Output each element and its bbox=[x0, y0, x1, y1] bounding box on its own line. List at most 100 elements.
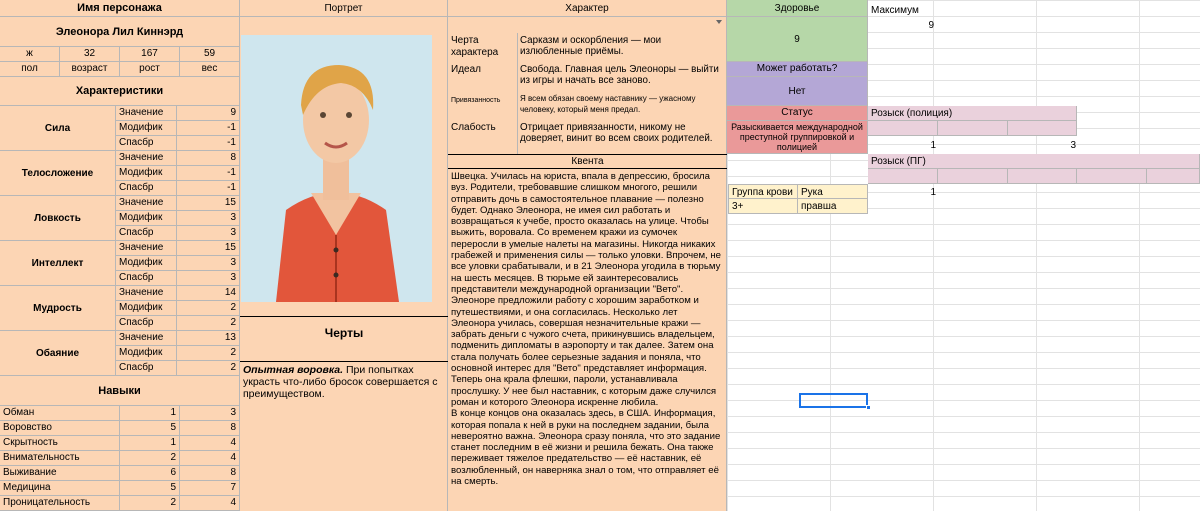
selected-cell[interactable] bbox=[799, 393, 868, 408]
stat-spasbr-label[interactable]: Спасбр bbox=[116, 271, 177, 286]
wanted-pg-cell-5[interactable] bbox=[1147, 169, 1200, 184]
stat-mod-value[interactable]: 3 bbox=[177, 256, 240, 271]
skill-name[interactable]: Проницательность bbox=[0, 496, 120, 511]
personality-label[interactable]: Черта характера bbox=[451, 35, 513, 59]
wanted-pg-header[interactable]: Розыск (ПГ) bbox=[868, 154, 1200, 169]
hand-value[interactable]: правша bbox=[798, 199, 868, 214]
stat-spasbr-label[interactable]: Спасбр bbox=[116, 361, 177, 376]
stat-name[interactable]: Обаяние bbox=[0, 331, 116, 376]
personality-text[interactable]: Я всем обязан своему наставнику — ужасно… bbox=[520, 93, 725, 115]
wanted-police-cell-1[interactable] bbox=[868, 121, 938, 136]
personality-text[interactable]: Свобода. Главная цель Элеоноры — выйти и… bbox=[520, 64, 725, 86]
stat-mod-label[interactable]: Модифик bbox=[116, 301, 177, 316]
stat-mod-value[interactable]: 2 bbox=[177, 301, 240, 316]
stat-spasbr-value[interactable]: 2 bbox=[177, 316, 240, 331]
stat-name[interactable]: Интеллект bbox=[0, 241, 116, 286]
stat-value-value[interactable]: 15 bbox=[177, 241, 240, 256]
personality-text[interactable]: Сарказм и оскорбления — мои излюбленные … bbox=[520, 35, 725, 57]
stat-value-label[interactable]: Значение bbox=[116, 106, 177, 121]
stat-value-value[interactable]: 15 bbox=[177, 196, 240, 211]
wanted-police-value-2[interactable]: 3 bbox=[1008, 140, 1076, 151]
health-header[interactable]: Здоровье bbox=[727, 0, 868, 17]
stat-value-value[interactable]: 8 bbox=[177, 151, 240, 166]
height-value[interactable]: 167 bbox=[120, 47, 180, 62]
wanted-pg-value[interactable]: 1 bbox=[868, 187, 936, 198]
stat-value-label[interactable]: Значение bbox=[116, 196, 177, 211]
dropdown-arrow-icon[interactable] bbox=[716, 20, 722, 24]
skill-b[interactable]: 3 bbox=[180, 406, 240, 421]
stat-value-value[interactable]: 9 bbox=[177, 106, 240, 121]
wanted-pg-cell-4[interactable] bbox=[1077, 169, 1147, 184]
stat-name[interactable]: Мудрость bbox=[0, 286, 116, 331]
wanted-police-value-1[interactable]: 1 bbox=[868, 140, 936, 151]
portrait-header[interactable]: Портрет bbox=[240, 0, 448, 17]
skill-name[interactable]: Медицина bbox=[0, 481, 120, 496]
can-work-header[interactable]: Может работать? bbox=[727, 62, 868, 77]
stat-mod-label[interactable]: Модифик bbox=[116, 256, 177, 271]
personality-header[interactable]: Характер bbox=[448, 0, 727, 17]
blood-label[interactable]: Группа крови bbox=[728, 184, 798, 199]
personality-text[interactable]: Отрицает привязанности, никому не доверя… bbox=[520, 122, 725, 144]
stat-spasbr-value[interactable]: -1 bbox=[177, 181, 240, 196]
stat-value-value[interactable]: 14 bbox=[177, 286, 240, 301]
stat-mod-label[interactable]: Модифик bbox=[116, 211, 177, 226]
skill-a[interactable]: 6 bbox=[120, 466, 180, 481]
skill-a[interactable]: 1 bbox=[120, 436, 180, 451]
skill-a[interactable]: 2 bbox=[120, 496, 180, 511]
stat-name[interactable]: Сила bbox=[0, 106, 116, 151]
wanted-pg-cell-1[interactable] bbox=[868, 169, 938, 184]
stats-header[interactable]: Характеристики bbox=[0, 77, 240, 106]
skill-name[interactable]: Воровство bbox=[0, 421, 120, 436]
skills-header[interactable]: Навыки bbox=[0, 376, 240, 406]
stat-spasbr-value[interactable]: -1 bbox=[177, 136, 240, 151]
weight-label[interactable]: вес bbox=[180, 62, 240, 77]
skill-b[interactable]: 4 bbox=[180, 451, 240, 466]
skill-b[interactable]: 8 bbox=[180, 466, 240, 481]
wanted-police-cell-2[interactable] bbox=[938, 121, 1008, 136]
stat-spasbr-label[interactable]: Спасбр bbox=[116, 226, 177, 241]
stat-mod-label[interactable]: Модифик bbox=[116, 166, 177, 181]
quest-header[interactable]: Квента bbox=[448, 155, 727, 168]
wanted-police-cell-3[interactable] bbox=[1008, 121, 1077, 136]
character-name[interactable]: Элеонора Лил Киннэрд bbox=[0, 17, 240, 47]
stat-mod-value[interactable]: 2 bbox=[177, 346, 240, 361]
personality-label[interactable]: Слабость bbox=[451, 122, 513, 134]
max-label[interactable]: Максимум bbox=[871, 5, 919, 16]
height-label[interactable]: рост bbox=[120, 62, 180, 77]
blood-value[interactable]: 3+ bbox=[728, 199, 798, 214]
wanted-pg-cell-3[interactable] bbox=[1008, 169, 1077, 184]
skill-name[interactable]: Выживание bbox=[0, 466, 120, 481]
age-label[interactable]: возраст bbox=[60, 62, 120, 77]
health-value[interactable]: 9 bbox=[727, 17, 868, 62]
quest-text[interactable]: Швецка. Училась на юриста, впала в депре… bbox=[451, 171, 724, 487]
skill-a[interactable]: 5 bbox=[120, 421, 180, 436]
stat-mod-value[interactable]: -1 bbox=[177, 166, 240, 181]
personality-label[interactable]: Привязанность bbox=[451, 95, 513, 107]
stat-name[interactable]: Ловкость bbox=[0, 196, 116, 241]
skill-b[interactable]: 4 bbox=[180, 496, 240, 511]
stat-spasbr-label[interactable]: Спасбр bbox=[116, 181, 177, 196]
skill-a[interactable]: 2 bbox=[120, 451, 180, 466]
stat-mod-label[interactable]: Модифик bbox=[116, 346, 177, 361]
stat-spasbr-value[interactable]: 3 bbox=[177, 271, 240, 286]
character-name-header[interactable]: Имя персонажа bbox=[0, 0, 240, 17]
weight-value[interactable]: 59 bbox=[180, 47, 240, 62]
stat-spasbr-value[interactable]: 2 bbox=[177, 361, 240, 376]
selection-handle[interactable] bbox=[866, 405, 871, 410]
stat-value-label[interactable]: Значение bbox=[116, 286, 177, 301]
skill-b[interactable]: 8 bbox=[180, 421, 240, 436]
skill-a[interactable]: 1 bbox=[120, 406, 180, 421]
stat-value-label[interactable]: Значение bbox=[116, 331, 177, 346]
skill-name[interactable]: Обман bbox=[0, 406, 120, 421]
wanted-police-header[interactable]: Розыск (полиция) bbox=[868, 106, 1077, 121]
stat-spasbr-label[interactable]: Спасбр bbox=[116, 136, 177, 151]
personality-label[interactable]: Идеал bbox=[451, 64, 513, 76]
skill-b[interactable]: 4 bbox=[180, 436, 240, 451]
traits-header[interactable]: Черты bbox=[240, 326, 448, 340]
max-value[interactable]: 9 bbox=[868, 20, 934, 31]
stat-value-label[interactable]: Значение bbox=[116, 241, 177, 256]
stat-mod-label[interactable]: Модифик bbox=[116, 121, 177, 136]
status-text[interactable]: Разыскивается международной преступной г… bbox=[727, 121, 868, 154]
stat-value-label[interactable]: Значение bbox=[116, 151, 177, 166]
age-value[interactable]: 32 bbox=[60, 47, 120, 62]
